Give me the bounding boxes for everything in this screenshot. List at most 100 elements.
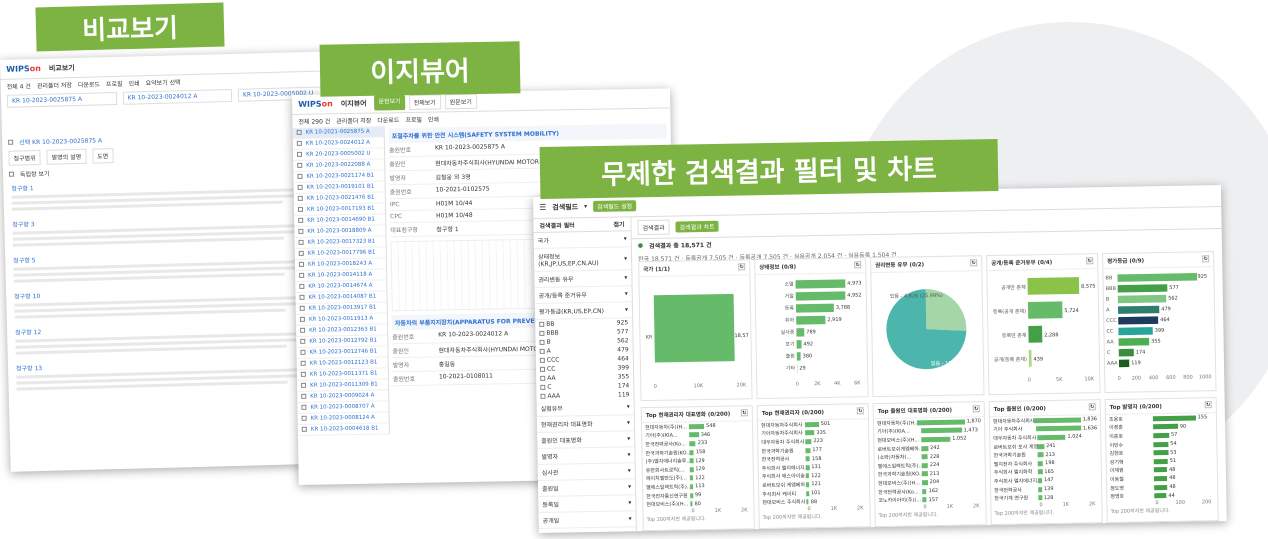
field-select[interactable]: 검색필드 — [552, 202, 578, 212]
grade-checkbox[interactable] — [540, 375, 546, 381]
chevron-down-icon[interactable]: ▾ — [627, 435, 630, 442]
list-checkbox[interactable] — [299, 305, 305, 311]
chevron-down-icon[interactable]: ▾ — [627, 403, 630, 410]
easy-toolbar-item[interactable]: 전체 290 건 — [298, 116, 330, 126]
refresh-icon[interactable]: ↻ — [1088, 403, 1096, 411]
compare-toolbar-item[interactable]: 다운로드 — [78, 79, 100, 89]
list-checkbox[interactable] — [300, 327, 306, 333]
list-checkbox[interactable] — [301, 415, 307, 421]
filter-item[interactable]: 출원일 ▾ — [537, 479, 636, 497]
filter-item[interactable]: 심사관 ▾ — [537, 463, 635, 481]
refresh-icon[interactable]: ↻ — [856, 407, 864, 415]
filter-fold-button[interactable]: 접기 — [613, 219, 624, 228]
list-checkbox[interactable] — [298, 239, 304, 245]
chevron-down-icon[interactable]: ▾ — [629, 531, 632, 533]
bar[interactable] — [1118, 359, 1130, 368]
refresh-icon[interactable]: ↻ — [1086, 257, 1094, 265]
list-checkbox[interactable] — [300, 338, 306, 344]
chart-tab[interactable]: 검색결과 차트 — [675, 220, 719, 233]
bar[interactable] — [1118, 337, 1150, 346]
filter-item[interactable]: 출원인 대표명화 ▾ — [537, 431, 635, 449]
list-checkbox[interactable] — [296, 140, 302, 146]
chevron-down-icon[interactable]: ▾ — [624, 235, 627, 242]
filter-item[interactable]: 등록일 ▾ — [538, 495, 636, 513]
compare-toolbar-item[interactable]: 프로필 — [106, 79, 123, 88]
easy-tab[interactable]: 전체보기 — [408, 94, 441, 110]
independent-checkbox[interactable] — [8, 171, 15, 177]
bar[interactable] — [1118, 348, 1134, 357]
compare-subtab[interactable]: 발명의 설명 — [46, 148, 87, 165]
list-checkbox[interactable] — [297, 195, 303, 201]
chevron-down-icon[interactable]: ▾ — [629, 515, 632, 522]
grade-checkbox[interactable] — [539, 366, 546, 372]
chevron-down-icon[interactable]: ▾ — [628, 483, 631, 490]
bar[interactable] — [1117, 284, 1168, 293]
bar[interactable] — [1028, 349, 1032, 367]
list-checkbox[interactable] — [299, 294, 305, 300]
bar[interactable] — [1027, 301, 1063, 319]
easy-toolbar-item[interactable]: 인쇄 — [428, 114, 439, 123]
bar[interactable] — [1117, 273, 1198, 282]
bar[interactable] — [796, 340, 802, 349]
list-checkbox[interactable] — [297, 173, 303, 179]
filter-item[interactable]: 현재권리자 대표명화 ▾ — [536, 415, 635, 433]
filter-item[interactable]: 권리변동 유무 ▾ — [534, 270, 632, 288]
compare-subtab[interactable]: 청구범위 — [8, 149, 41, 166]
list-checkbox[interactable] — [301, 382, 307, 388]
easy-list-item[interactable]: KR 10-2023-0004618 B1 — [297, 423, 389, 436]
refresh-icon[interactable]: ↻ — [1202, 255, 1210, 263]
grade-checkbox[interactable] — [539, 339, 545, 345]
bar[interactable] — [796, 315, 826, 325]
compare-subtab[interactable]: 도면 — [91, 148, 114, 164]
grade-checkbox[interactable] — [540, 393, 546, 399]
field-settings-button[interactable]: 검색필드 설정 — [593, 200, 637, 212]
list-checkbox[interactable] — [298, 250, 304, 256]
grade-checkbox[interactable] — [539, 330, 545, 336]
chevron-down-icon[interactable]: ▾ — [624, 274, 627, 281]
filter-item[interactable]: 평가등급(KR,US,EP,CN) ▾ — [534, 302, 633, 320]
easy-toolbar-item[interactable]: 프로필 — [405, 115, 422, 124]
chevron-down-icon[interactable]: ▾ — [628, 499, 631, 506]
easy-toolbar-item[interactable]: 다운로드 — [377, 115, 399, 124]
list-checkbox[interactable] — [301, 404, 307, 410]
list-checkbox[interactable] — [299, 316, 305, 322]
list-checkbox[interactable] — [301, 426, 307, 432]
compare-toolbar-item[interactable]: 인쇄 — [128, 78, 139, 87]
list-checkbox[interactable] — [297, 184, 303, 190]
grade-checkbox[interactable] — [539, 357, 545, 363]
refresh-icon[interactable]: ↻ — [738, 263, 746, 271]
compare-toolbar-item[interactable]: 요약보기 선택 — [145, 77, 181, 87]
filter-item[interactable]: 상태정보(KR,JP,US,EP,CN,AU) ▾ — [533, 247, 632, 272]
chevron-down-icon[interactable]: ▾ — [625, 306, 628, 313]
list-checkbox[interactable] — [300, 360, 306, 366]
list-checkbox[interactable] — [297, 206, 304, 212]
bar[interactable] — [1117, 305, 1160, 314]
menu-icon[interactable]: ☰ — [539, 203, 546, 212]
list-checkbox[interactable] — [297, 162, 303, 168]
list-checkbox[interactable] — [298, 228, 304, 234]
grade-checkbox[interactable] — [540, 384, 546, 390]
refresh-icon[interactable]: ↻ — [972, 405, 980, 413]
bar[interactable] — [795, 303, 834, 313]
filter-item[interactable]: 출원인 코드 ▾ — [538, 527, 637, 533]
bar[interactable] — [795, 291, 846, 301]
list-checkbox[interactable] — [296, 151, 303, 157]
select-checkbox[interactable] — [8, 139, 14, 145]
filter-item[interactable]: 공개/등록 준거유무 ▾ — [534, 286, 632, 304]
chevron-down-icon[interactable]: ▾ — [627, 451, 630, 458]
bar[interactable] — [795, 279, 846, 289]
compare-toolbar-item[interactable]: 관리폴더 저장 — [37, 80, 72, 90]
filter-item[interactable]: 실험유무 ▾ — [536, 399, 634, 417]
filter-item[interactable]: 발명자 ▾ — [537, 447, 635, 465]
easy-toolbar-item[interactable]: 관리폴더 저장 — [336, 116, 371, 126]
list-checkbox[interactable] — [301, 393, 307, 399]
compare-patent-header[interactable]: KR 10-2023-0025875 A — [6, 91, 117, 108]
list-checkbox[interactable] — [300, 371, 306, 377]
bar[interactable] — [1027, 277, 1080, 295]
easy-tab[interactable]: 문헌보기 — [374, 95, 405, 111]
chevron-down-icon[interactable]: ▾ — [625, 290, 628, 297]
list-checkbox[interactable] — [298, 261, 305, 267]
chevron-down-icon[interactable]: ▾ — [624, 255, 627, 262]
refresh-icon[interactable]: ↻ — [1204, 401, 1212, 409]
chevron-down-icon[interactable]: ▾ — [584, 203, 587, 210]
